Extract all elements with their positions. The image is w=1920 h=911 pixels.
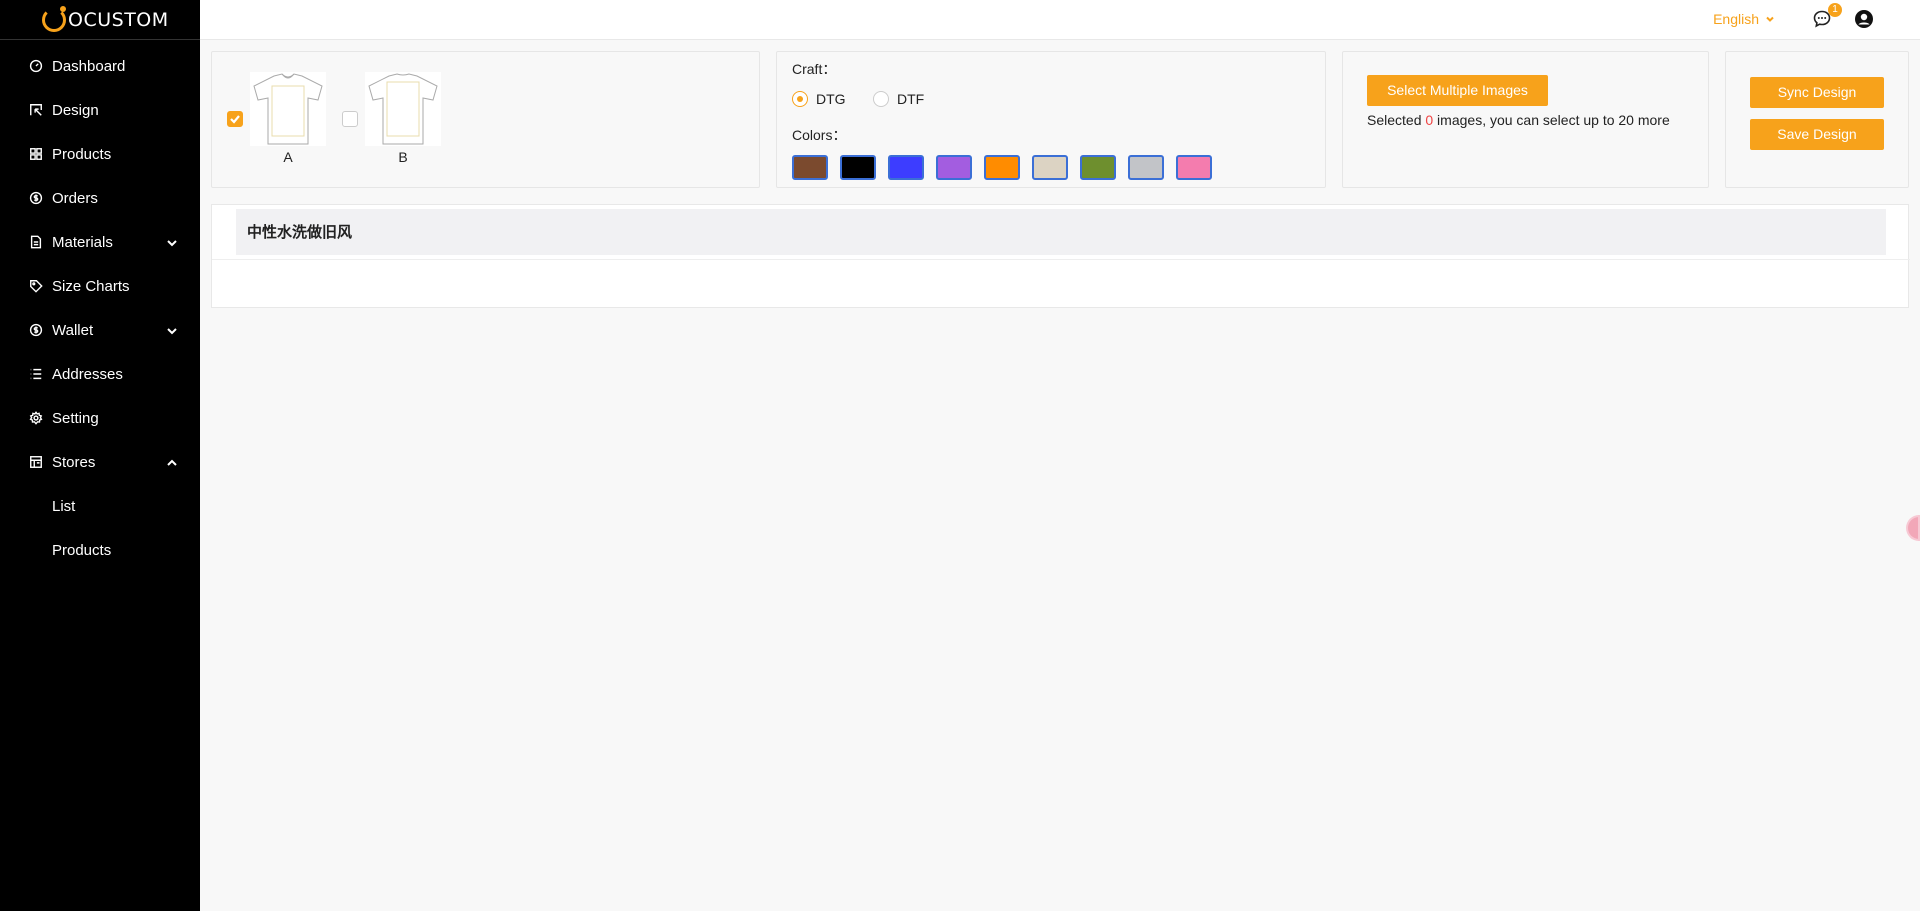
template-select-card: A B <box>211 51 760 188</box>
sidebar-item-orders[interactable]: Orders <box>0 176 200 220</box>
sidebar-item-label: Addresses <box>52 365 123 383</box>
chevron-down-icon <box>166 324 178 341</box>
selected-count: 0 <box>1425 112 1434 128</box>
check-icon <box>230 115 240 124</box>
sidebar-item-label: Products <box>52 145 112 163</box>
logo[interactable]: OCUSTOM <box>0 0 200 40</box>
sidebar-item-stores[interactable]: Stores <box>0 440 200 484</box>
color-swatch[interactable] <box>936 155 972 180</box>
sidebar-nav: Dashboard Design Products Orders Materia… <box>0 40 200 572</box>
design-icon <box>28 102 44 118</box>
floating-helper-button[interactable] <box>1906 515 1920 541</box>
sidebar-item-design[interactable]: Design <box>0 88 200 132</box>
template-a-checkbox[interactable] <box>227 111 243 127</box>
user-avatar-icon <box>1855 10 1873 28</box>
chevron-down-icon <box>166 236 178 253</box>
select-multiple-images-button[interactable]: Select Multiple Images <box>1367 75 1548 106</box>
craft-option-label: DTF <box>897 91 925 107</box>
sidebar-item-label: Setting <box>52 409 99 427</box>
craft-colors-card: Craft： DTG DTF Colors： <box>776 51 1326 188</box>
sidebar-item-products[interactable]: Products <box>0 132 200 176</box>
image-select-card: Select Multiple Images Selected 0 images… <box>1342 51 1709 188</box>
tag-icon <box>28 278 44 294</box>
color-swatch[interactable] <box>1080 155 1116 180</box>
sidebar-item-materials[interactable]: Materials <box>0 220 200 264</box>
sidebar-item-label: Stores <box>52 453 96 471</box>
radio-dot-icon <box>873 91 889 107</box>
sidebar-item-label: Materials <box>52 233 113 251</box>
craft-label: Craft： <box>792 61 837 77</box>
color-swatch[interactable] <box>792 155 828 180</box>
color-swatch[interactable] <box>888 155 924 180</box>
sidebar-subitem-label: List <box>52 497 76 515</box>
sidebar-item-wallet[interactable]: Wallet <box>0 308 200 352</box>
store-icon <box>28 454 44 470</box>
sidebar-subitem-label: Products <box>52 541 112 559</box>
design-actions-card: Sync Design Save Design <box>1725 51 1909 188</box>
template-b-checkbox[interactable] <box>342 111 358 127</box>
design-group-title: 中性水洗做旧风 <box>236 209 1886 255</box>
craft-dtf-radio[interactable]: DTF <box>873 91 924 107</box>
dollar-circle-icon <box>28 322 44 338</box>
template-a-thumbnail[interactable] <box>250 72 326 146</box>
image-selection-info: Selected 0 images, you can select up to … <box>1367 109 1687 131</box>
radio-dot-icon <box>792 91 808 107</box>
color-swatch[interactable] <box>1128 155 1164 180</box>
message-count-badge: 1 <box>1828 3 1842 17</box>
user-menu-button[interactable] <box>1854 9 1876 31</box>
dollar-circle-icon <box>28 190 44 206</box>
color-swatch[interactable] <box>1176 155 1212 180</box>
selection-prefix: Selected <box>1367 112 1426 128</box>
template-b-label: B <box>398 149 408 165</box>
sidebar-subitem-list[interactable]: List <box>0 484 200 528</box>
sidebar-item-label: Orders <box>52 189 98 207</box>
sidebar-item-label: Dashboard <box>52 57 126 75</box>
sidebar-item-dashboard[interactable]: Dashboard <box>0 44 200 88</box>
dashboard-icon <box>28 58 44 74</box>
sidebar-item-size-charts[interactable]: Size Charts <box>0 264 200 308</box>
color-swatch[interactable] <box>1032 155 1068 180</box>
color-swatch[interactable] <box>840 155 876 180</box>
tshirt-icon <box>253 73 323 145</box>
chevron-down-icon <box>1766 16 1774 22</box>
sidebar: OCUSTOM Dashboard Design Products Orders… <box>0 0 200 911</box>
craft-option-label: DTG <box>816 91 846 107</box>
template-a-label: A <box>283 149 293 165</box>
sidebar-subitem-products[interactable]: Products <box>0 528 200 572</box>
craft-dtg-radio[interactable]: DTG <box>792 91 846 107</box>
selection-suffix: images, you can select up to 20 more <box>1433 112 1670 128</box>
panel-divider <box>212 259 1910 260</box>
logo-mark-icon <box>42 5 66 32</box>
sidebar-item-label: Wallet <box>52 321 94 339</box>
colors-label: Colors： <box>792 127 847 143</box>
template-b-thumbnail[interactable] <box>365 72 441 146</box>
messages-button[interactable]: 1 <box>1812 3 1842 31</box>
tshirt-icon <box>368 73 438 145</box>
language-selector[interactable]: English <box>1713 11 1775 27</box>
language-label: English <box>1713 11 1759 27</box>
sidebar-item-label: Design <box>52 101 99 119</box>
color-swatch[interactable] <box>984 155 1020 180</box>
logo-text: OCUSTOM <box>68 8 169 31</box>
sidebar-item-setting[interactable]: Setting <box>0 396 200 440</box>
sync-design-button[interactable]: Sync Design <box>1750 77 1884 108</box>
sidebar-item-addresses[interactable]: Addresses <box>0 352 200 396</box>
list-icon <box>28 366 44 382</box>
save-design-button[interactable]: Save Design <box>1750 119 1884 150</box>
design-group-panel: 中性水洗做旧风 <box>211 204 1910 308</box>
file-icon <box>28 234 44 250</box>
sidebar-item-label: Size Charts <box>52 277 130 295</box>
grid-icon <box>28 146 44 162</box>
top-header: English 1 <box>200 0 1920 40</box>
chevron-up-icon <box>166 456 178 473</box>
gear-icon <box>28 410 44 426</box>
